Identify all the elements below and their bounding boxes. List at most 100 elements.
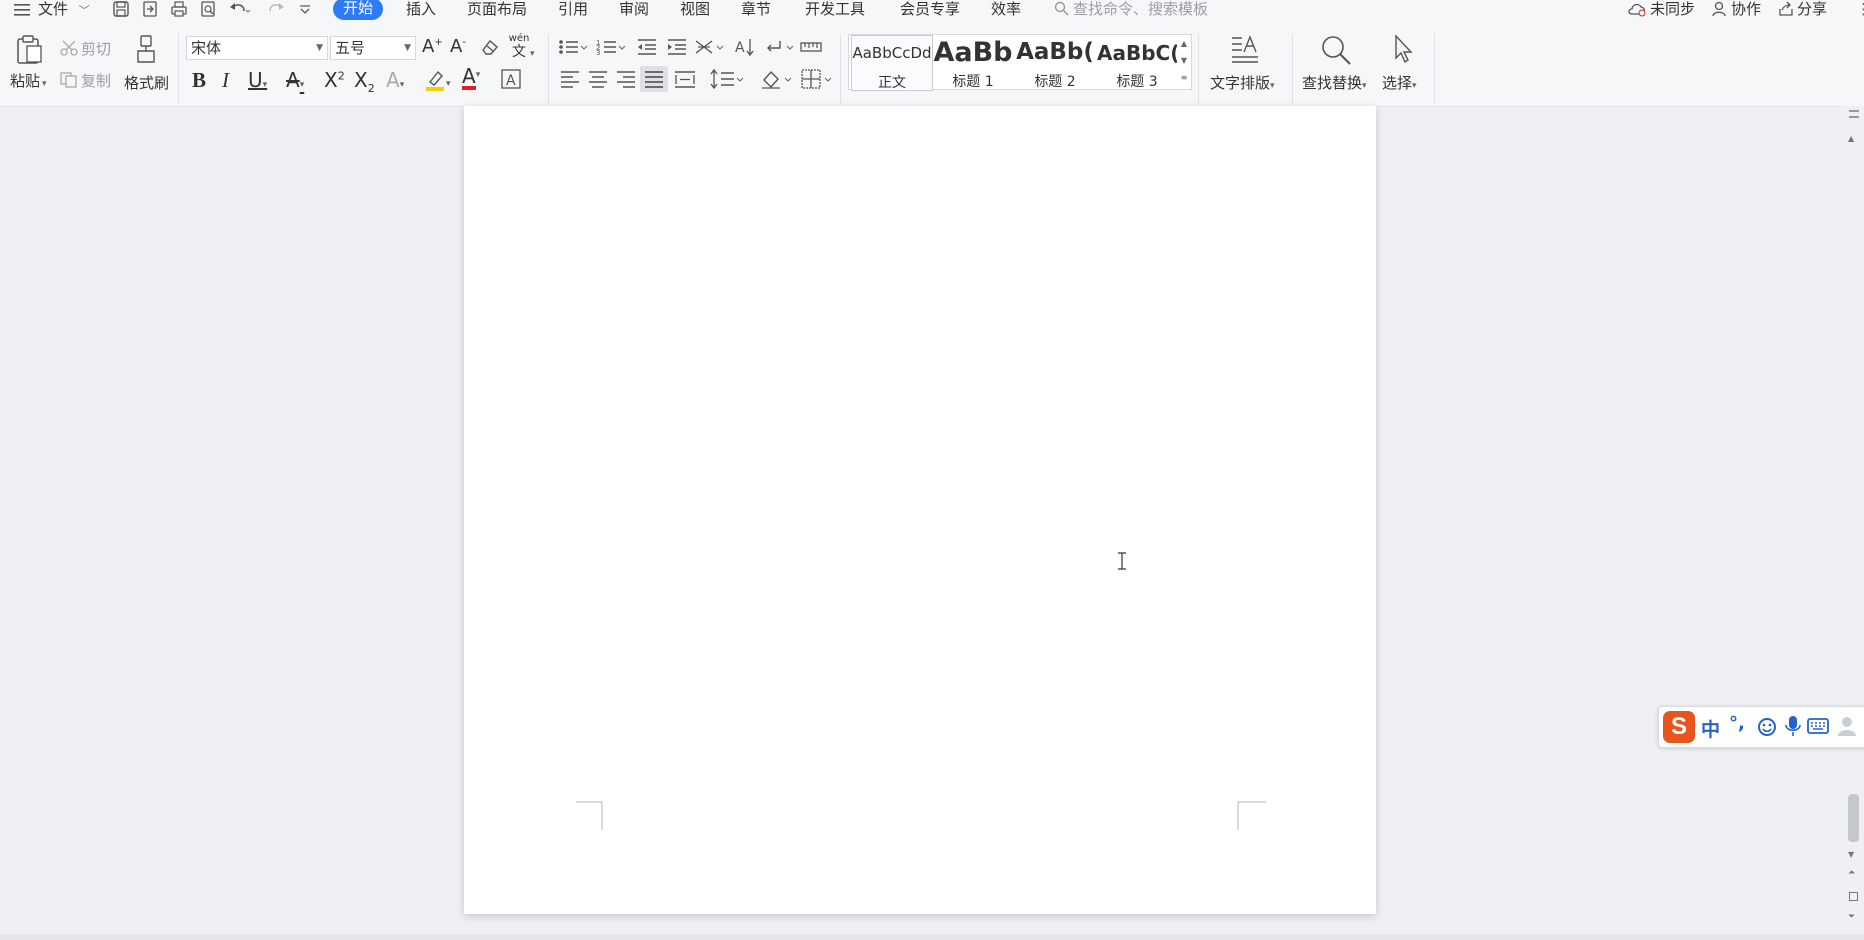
select-button[interactable]: 选择▾ [1382, 72, 1417, 93]
font-name-value: 宋体 [191, 39, 222, 57]
strikethrough-icon[interactable]: A▾ [286, 68, 304, 92]
svg-text:A: A [735, 40, 745, 56]
style-heading-1[interactable]: AaBb 标题 1 [933, 35, 1013, 90]
show-paragraph-marks-icon[interactable] [764, 38, 794, 60]
bullet-list-icon[interactable] [558, 38, 588, 60]
highlight-icon[interactable]: ▾ [424, 68, 451, 96]
align-center-icon[interactable] [588, 70, 608, 92]
styles-scroll-buttons[interactable]: ▲ ▼ ≡ [1177, 35, 1191, 86]
justify-icon[interactable] [640, 66, 668, 92]
ime-mode-toggle[interactable]: 中 [1701, 715, 1720, 742]
next-page-icon[interactable]: ⏷ [1848, 912, 1855, 922]
format-painter-icon[interactable] [134, 34, 160, 68]
font-color-icon[interactable]: A▾ [462, 66, 480, 90]
cursor-select-icon[interactable] [1392, 34, 1416, 68]
scrollbar-thumb[interactable] [1848, 794, 1859, 842]
ime-toolbar[interactable]: S 中 °, [1658, 706, 1864, 748]
tab-review[interactable]: 审阅 [619, 0, 649, 20]
tab-efficiency[interactable]: 效率 [991, 0, 1021, 20]
export-pdf-icon[interactable] [141, 0, 161, 18]
chinese-layout-icon[interactable] [694, 38, 724, 60]
italic-icon[interactable]: I [222, 68, 229, 93]
style-heading-3-preview: AaBbC( [1097, 41, 1177, 65]
tab-developer[interactable]: 开发工具 [805, 0, 865, 20]
split-handle-icon[interactable] [1849, 110, 1859, 118]
ime-user-icon[interactable] [1837, 715, 1861, 741]
increase-indent-icon[interactable] [666, 38, 688, 60]
font-name-select[interactable]: 宋体 ▼ [186, 36, 328, 60]
align-left-icon[interactable] [560, 70, 580, 92]
print-icon[interactable] [170, 0, 190, 18]
tab-chapter[interactable]: 章节 [741, 0, 771, 20]
borders-icon[interactable] [800, 68, 832, 94]
sort-icon[interactable]: A [734, 36, 756, 62]
format-painter-label[interactable]: 格式刷 [124, 72, 169, 93]
previous-page-icon[interactable]: ⏶ [1848, 868, 1855, 878]
phonetic-guide-button[interactable]: wén 文 ▾ [508, 34, 535, 61]
tab-page-layout[interactable]: 页面布局 [467, 0, 527, 20]
character-border-icon[interactable]: A [500, 68, 522, 94]
numbered-list-icon[interactable]: 123 [596, 38, 626, 60]
scroll-up-arrow-icon[interactable]: ▲ [1848, 134, 1854, 143]
bold-icon[interactable]: B [192, 68, 206, 93]
tab-references[interactable]: 引用 [558, 0, 588, 20]
align-right-icon[interactable] [616, 70, 636, 92]
font-size-select[interactable]: 五号 ▼ [330, 36, 416, 60]
tab-home[interactable]: 开始 [333, 0, 384, 20]
share-button[interactable]: 分享 [1778, 0, 1827, 20]
tab-member[interactable]: 会员专享 [900, 0, 960, 20]
find-replace-button[interactable]: 查找替换▾ [1302, 72, 1367, 93]
microphone-icon[interactable] [1785, 715, 1801, 741]
status-bar [0, 934, 1864, 940]
increase-font-size-icon[interactable]: A+ [422, 36, 443, 57]
superscript-icon[interactable]: X2 [324, 68, 345, 92]
more-options-icon[interactable]: ⋮ [1856, 0, 1864, 20]
ruler-icon[interactable] [800, 38, 822, 60]
collaborate-button[interactable]: 协作 [1712, 0, 1761, 20]
redo-icon[interactable] [268, 0, 288, 18]
document-page[interactable] [464, 106, 1376, 914]
sogou-logo-icon[interactable]: S [1663, 711, 1695, 743]
copy-button[interactable]: 复制 [60, 70, 111, 92]
style-heading-3[interactable]: AaBbC( 标题 3 [1097, 35, 1177, 90]
ime-punctuation-toggle[interactable]: °, [1729, 713, 1745, 734]
file-menu[interactable]: 文件 ﹀ [38, 0, 90, 20]
share-icon [1778, 1, 1794, 21]
tab-view[interactable]: 视图 [680, 0, 710, 20]
save-icon[interactable] [112, 0, 132, 18]
magnifier-icon[interactable] [1320, 34, 1352, 70]
distributed-align-icon[interactable] [674, 70, 696, 92]
text-layout-icon[interactable] [1230, 34, 1260, 68]
subscript-icon[interactable]: X2 [354, 68, 375, 95]
vertical-scrollbar[interactable]: ▲ ▼ ⏶ ⏷ [1844, 106, 1864, 940]
paste-button[interactable]: 粘贴 ▾ [10, 70, 47, 91]
shading-icon[interactable] [760, 68, 792, 94]
underline-icon[interactable]: U▾ [248, 68, 267, 92]
style-normal[interactable]: AaBbCcDd 正文 [851, 35, 933, 91]
text-effects-icon[interactable]: A▾ [386, 68, 404, 92]
user-icon [1712, 1, 1728, 21]
cut-button[interactable]: 剪切 [60, 38, 111, 60]
tab-insert[interactable]: 插入 [406, 0, 436, 20]
customize-quick-access-icon[interactable] [298, 0, 318, 18]
line-spacing-icon[interactable] [710, 68, 744, 94]
scroll-down-arrow-icon[interactable]: ▼ [1848, 850, 1854, 859]
style-heading-2[interactable]: AaBb( 标题 2 [1015, 35, 1095, 90]
keyboard-icon[interactable] [1807, 718, 1829, 738]
group-divider [1292, 34, 1293, 104]
emoji-icon[interactable] [1757, 717, 1777, 741]
print-preview-icon[interactable] [199, 0, 219, 18]
hamburger-menu-icon[interactable] [14, 2, 30, 22]
select-browse-object-icon[interactable] [1849, 892, 1858, 901]
group-divider [548, 34, 549, 104]
sync-status-button[interactable]: 未同步 [1627, 0, 1695, 20]
command-search[interactable]: 查找命令、搜索模板 [1054, 0, 1208, 20]
file-menu-label: 文件 [38, 0, 69, 18]
undo-icon[interactable] [228, 0, 251, 18]
text-layout-button[interactable]: 文字排版▾ [1210, 72, 1275, 93]
paste-icon[interactable] [14, 34, 44, 68]
svg-text:A: A [506, 73, 516, 89]
decrease-indent-icon[interactable] [636, 38, 658, 60]
clear-format-icon[interactable] [480, 38, 500, 60]
decrease-font-size-icon[interactable]: A- [450, 36, 466, 57]
